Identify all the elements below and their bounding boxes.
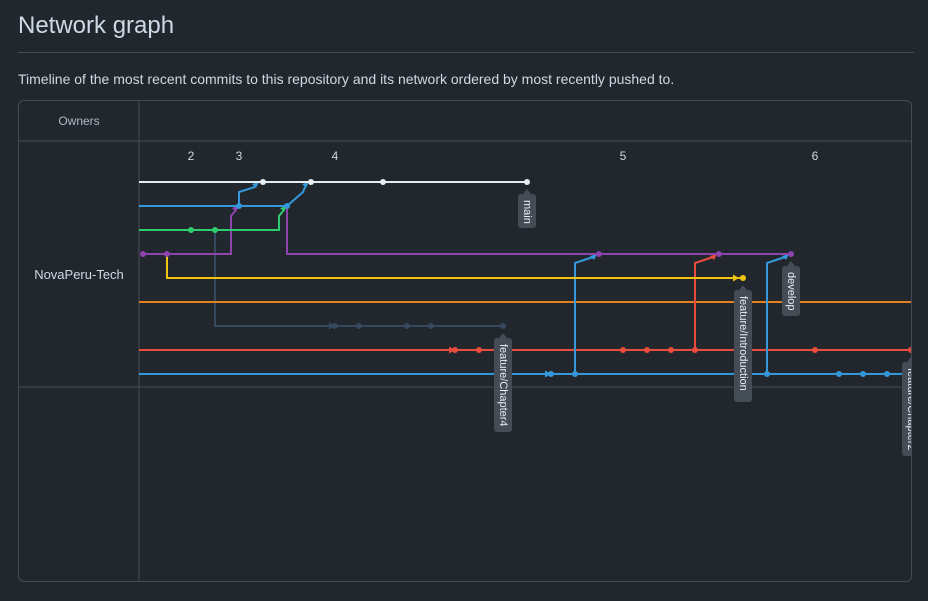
commit-dot [284,203,290,209]
commit-dot [860,371,866,377]
commit-dot [236,203,242,209]
commit-dot [308,179,314,185]
page-title: Network graph [18,12,175,39]
commit-dot [884,371,890,377]
commit-dot [404,323,410,329]
commit-dot [596,251,602,257]
commit-dot [620,347,626,353]
commit-dot [716,251,722,257]
branch-tag[interactable]: develop [782,261,800,316]
commit-dot [908,347,911,353]
network-graph-panel[interactable]: Owners NovaPeru-Tech 2 3 4 5 6 main develop fea… [18,100,912,582]
branch-tag-pointer [523,189,531,194]
commit-dot [212,227,218,233]
commit-dot [260,179,266,185]
title-divider [18,52,914,53]
commit-dot [644,347,650,353]
network-graph-canvas[interactable]: 2 3 4 5 6 main develop feature/Introduction feat… [19,101,912,582]
merge-line-blue-top-a [238,186,256,206]
commit-dot [428,323,434,329]
date-label-3: 3 [236,149,243,163]
date-label-2: 2 [188,149,195,163]
page-description: Timeline of the most recent commits to t… [18,71,675,87]
commit-dot [740,275,746,281]
branch-tag-label: feature/Introduction [737,296,749,391]
commit-dot [188,227,194,233]
branch-tag-pointer [499,333,507,338]
commit-dot [476,347,482,353]
branch-tag-pointer [739,285,747,290]
branch-tag-pointer [787,261,795,266]
branch-tag-pointer [907,357,911,362]
merge-line-blue-top-b [286,186,306,207]
branch-tag-label: develop [785,272,797,311]
commit-dot [524,179,530,185]
merge-arrow [733,274,739,282]
branch-line-yellow [166,254,743,279]
date-label-4: 4 [332,149,339,163]
branch-tag[interactable]: feature/Introduction [734,285,752,402]
branch-line-purple-a [143,210,236,255]
branch-tag[interactable]: feature/Chapter4 [494,333,512,432]
branch-tag-label: feature/Chapter2 [905,368,912,451]
commit-dot [380,179,386,185]
branch-line-green [139,210,284,231]
branch-line-purple-b [286,206,791,255]
commit-dot [164,251,170,257]
commit-dot [668,347,674,353]
commit-dot [812,347,818,353]
commit-dot [356,323,362,329]
commit-dot [140,251,146,257]
date-label-6: 6 [812,149,819,163]
commit-dot [500,323,506,329]
branch-tag-label: main [521,200,533,224]
commit-dot [836,371,842,377]
date-label-5: 5 [620,149,627,163]
merge-line-blue-a [574,256,594,374]
merge-line-red [694,256,714,350]
branch-tag-label: feature/Chapter4 [497,344,509,427]
commit-dot [788,251,794,257]
branch-tag[interactable]: feature/Chapter2 [902,357,912,456]
branch-tag[interactable]: main [518,189,536,228]
